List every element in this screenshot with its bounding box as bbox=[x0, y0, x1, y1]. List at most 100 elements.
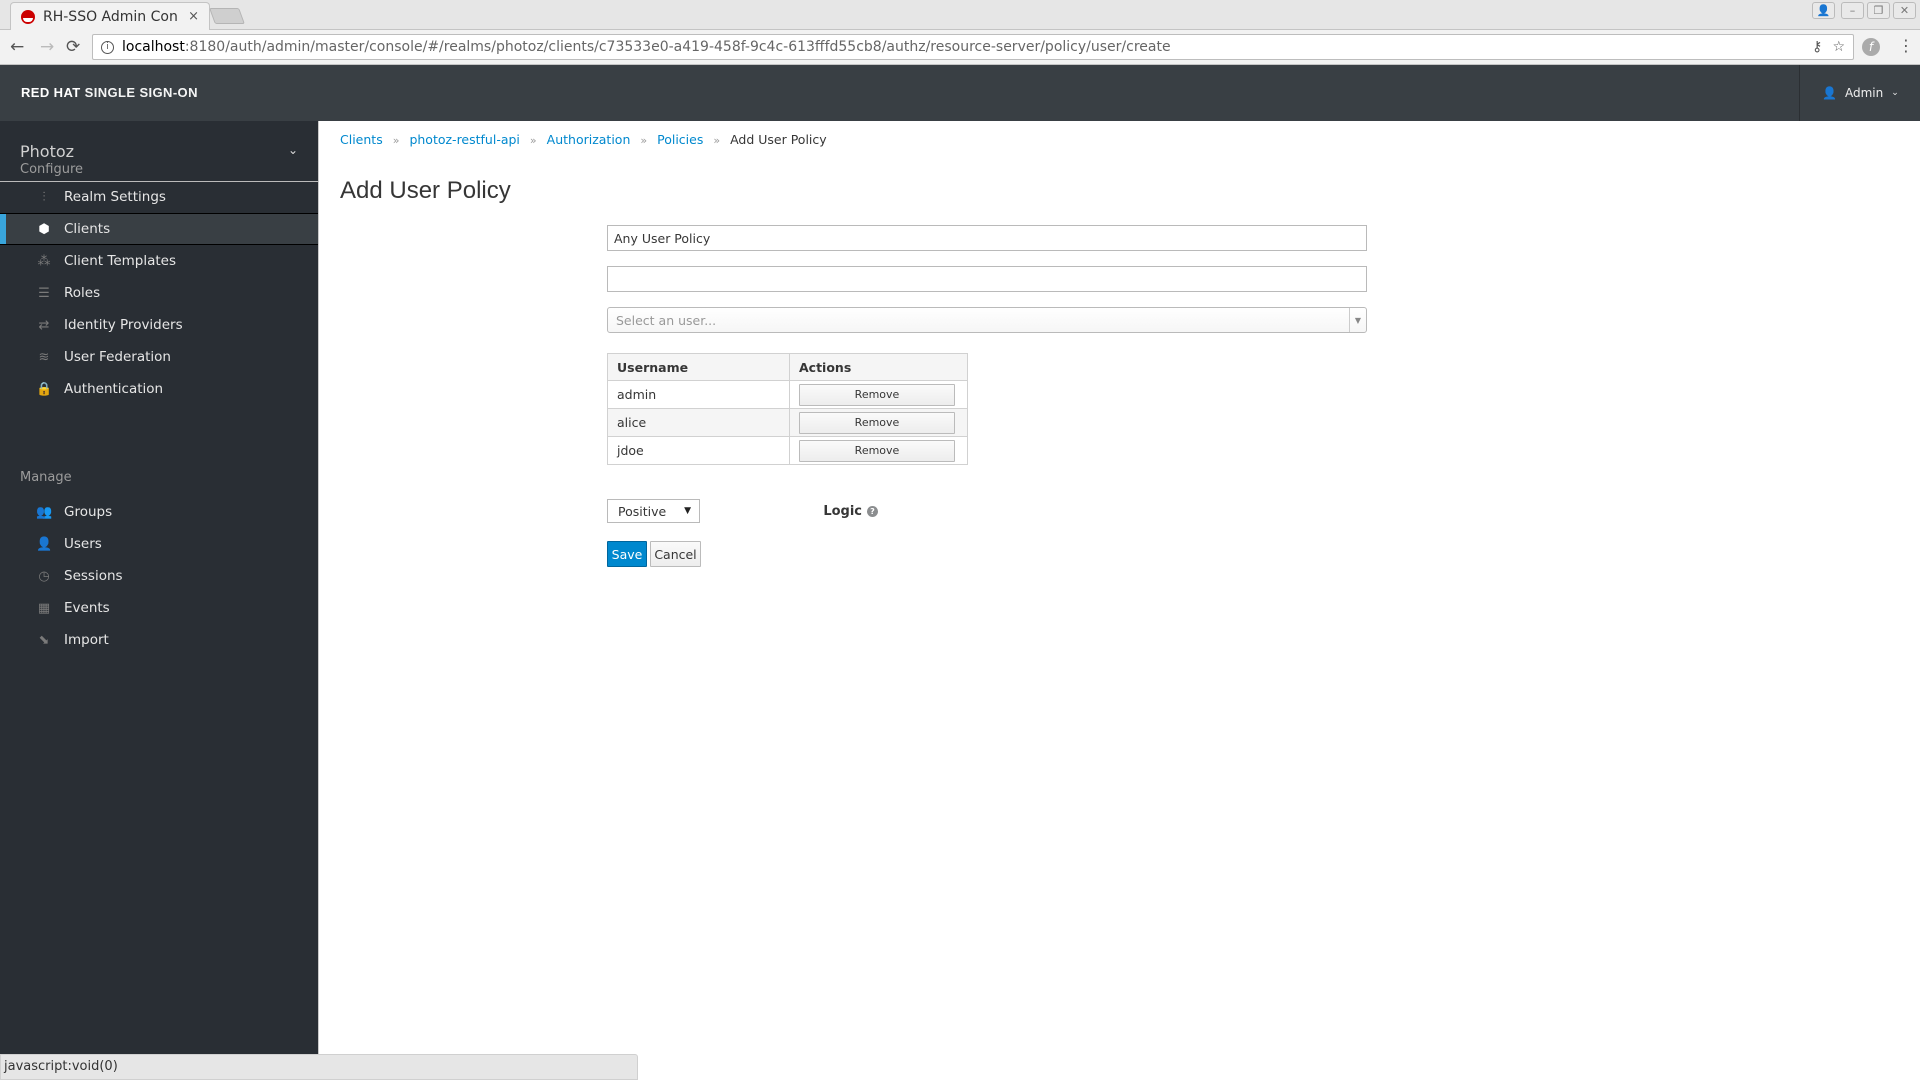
sidebar-item-groups[interactable]: 👥 Groups bbox=[0, 496, 318, 528]
sidebar-item-authentication[interactable]: 🔒 Authentication bbox=[0, 373, 318, 405]
sidebar-item-label: Realm Settings bbox=[64, 189, 166, 205]
actions-cell: Remove bbox=[789, 380, 968, 409]
url-bar[interactable]: i localhost :8180/auth/admin/master/cons… bbox=[92, 34, 1854, 60]
fedora-extension-icon[interactable]: f bbox=[1862, 38, 1880, 56]
logic-select-value: Positive bbox=[618, 503, 667, 519]
remove-user-button[interactable]: Remove bbox=[799, 439, 955, 462]
users-table: Username Actions admin Remove alice Remo… bbox=[607, 353, 968, 465]
cube-icon: ⬢ bbox=[38, 221, 50, 237]
user-name: Admin bbox=[1844, 86, 1884, 100]
breadcrumb-authorization[interactable]: Authorization bbox=[547, 132, 631, 149]
calendar-icon: ▦ bbox=[37, 600, 51, 616]
bookmark-star-icon[interactable]: ☆ bbox=[1832, 39, 1845, 55]
database-icon: ≋ bbox=[38, 349, 50, 365]
server-icon: ☰ bbox=[38, 285, 50, 301]
actions-cell: Remove bbox=[789, 436, 968, 465]
sidebar-item-label: Client Templates bbox=[64, 253, 177, 269]
cancel-button[interactable]: Cancel bbox=[650, 541, 701, 567]
breadcrumb-policies[interactable]: Policies bbox=[657, 132, 703, 149]
profile-icon[interactable]: 👤 bbox=[1812, 2, 1835, 19]
tab-title: RH-SSO Admin Con bbox=[43, 8, 178, 25]
remove-user-button[interactable]: Remove bbox=[799, 411, 955, 434]
key-icon[interactable]: ⚷ bbox=[1812, 39, 1822, 55]
table-row: alice Remove bbox=[607, 408, 968, 437]
chevron-down-icon: ⌄ bbox=[287, 143, 298, 157]
section-manage: Manage bbox=[20, 470, 72, 485]
browser-status-bar: javascript:void(0) bbox=[0, 1054, 638, 1080]
redhat-favicon-icon bbox=[21, 9, 35, 24]
minimize-button[interactable]: – bbox=[1841, 2, 1864, 19]
realm-name: Photoz bbox=[20, 141, 75, 161]
help-icon[interactable]: ? bbox=[867, 506, 878, 517]
dropdown-arrow-icon[interactable]: ▼ bbox=[1349, 308, 1366, 332]
sidebar-item-label: User Federation bbox=[64, 349, 171, 365]
lock-icon: 🔒 bbox=[36, 381, 53, 397]
sidebar-item-realm-settings[interactable]: ⫶ Realm Settings bbox=[0, 181, 318, 213]
table-row: admin Remove bbox=[607, 380, 968, 409]
sidebar: Photoz ⌄ Configure ⫶ Realm Settings ⬢ Cl… bbox=[0, 121, 319, 1054]
sidebar-item-client-templates[interactable]: ⁂ Client Templates bbox=[0, 245, 318, 277]
breadcrumb: Clients » photoz-restful-api » Authoriza… bbox=[340, 132, 827, 149]
sidebar-item-identity-providers[interactable]: ⇄ Identity Providers bbox=[0, 309, 318, 341]
user-icon: 👤 bbox=[36, 536, 53, 552]
window-controls: 👤 – ❐ ✕ bbox=[1812, 2, 1916, 19]
exchange-icon: ⇄ bbox=[38, 317, 50, 333]
sidebar-item-clients[interactable]: ⬢ Clients bbox=[0, 213, 318, 245]
sliders-icon: ⫶ bbox=[42, 189, 46, 205]
save-button[interactable]: Save bbox=[607, 541, 647, 567]
sidebar-item-import[interactable]: ⬊ Import bbox=[0, 624, 318, 656]
sidebar-item-label: Import bbox=[64, 632, 109, 648]
tab-close-icon[interactable]: × bbox=[188, 9, 199, 24]
clock-icon: ◷ bbox=[38, 568, 50, 584]
breadcrumb-client[interactable]: photoz-restful-api bbox=[409, 132, 519, 149]
username-cell: jdoe bbox=[607, 436, 790, 465]
new-tab-button[interactable] bbox=[209, 8, 245, 24]
cubes-icon: ⁂ bbox=[37, 253, 51, 269]
close-window-button[interactable]: ✕ bbox=[1893, 2, 1916, 19]
sidebar-item-sessions[interactable]: ◷ Sessions bbox=[0, 560, 318, 592]
restore-button[interactable]: ❐ bbox=[1867, 2, 1890, 19]
users-select[interactable]: Select an user... ▼ bbox=[607, 307, 1367, 333]
sidebar-item-user-federation[interactable]: ≋ User Federation bbox=[0, 341, 318, 373]
column-header-username: Username bbox=[607, 353, 790, 381]
breadcrumb-current: Add User Policy bbox=[730, 132, 827, 147]
page-title: Add User Policy bbox=[340, 177, 511, 204]
breadcrumb-clients[interactable]: Clients bbox=[340, 132, 383, 149]
section-configure: Configure bbox=[20, 162, 84, 177]
sidebar-item-label: Clients bbox=[64, 221, 111, 237]
forward-icon[interactable]: → bbox=[40, 37, 54, 57]
back-icon[interactable]: ← bbox=[10, 37, 24, 57]
user-menu[interactable]: 👤 Admin ⌄ bbox=[1799, 65, 1920, 121]
main-content: Clients » photoz-restful-api » Authoriza… bbox=[320, 121, 1920, 1054]
browser-menu-icon[interactable]: ⋮ bbox=[1898, 36, 1914, 55]
name-input[interactable] bbox=[607, 225, 1367, 251]
browser-tab[interactable]: RH-SSO Admin Con × bbox=[10, 2, 210, 30]
sidebar-item-label: Users bbox=[64, 536, 102, 552]
brand-rest: SINGLE SIGN-ON bbox=[84, 85, 198, 100]
brand-bold: RED HAT bbox=[21, 85, 81, 100]
logic-label-text: Logic bbox=[823, 504, 862, 519]
sidebar-item-label: Sessions bbox=[64, 568, 123, 584]
sidebar-item-label: Authentication bbox=[64, 381, 164, 397]
username-cell: admin bbox=[607, 380, 790, 409]
actions-cell: Remove bbox=[789, 408, 968, 437]
breadcrumb-separator: » bbox=[529, 134, 537, 147]
sidebar-item-users[interactable]: 👤 Users bbox=[0, 528, 318, 560]
remove-user-button[interactable]: Remove bbox=[799, 383, 955, 406]
chevron-down-icon: ⌄ bbox=[1891, 88, 1899, 98]
dropdown-arrow-icon: ▼ bbox=[684, 506, 691, 516]
logic-select[interactable]: Positive ▼ bbox=[607, 499, 700, 523]
reload-icon[interactable]: ⟳ bbox=[66, 37, 80, 57]
users-icon: 👥 bbox=[36, 504, 53, 520]
sidebar-item-events[interactable]: ▦ Events bbox=[0, 592, 318, 624]
brand-logo[interactable]: RED HAT SINGLE SIGN-ON bbox=[21, 85, 198, 100]
url-host: localhost bbox=[122, 39, 185, 55]
users-select-placeholder: Select an user... bbox=[616, 312, 717, 328]
browser-toolbar: ← → ⟳ i localhost :8180/auth/admin/maste… bbox=[0, 30, 1920, 65]
breadcrumb-separator: » bbox=[640, 134, 648, 147]
app-header: RED HAT SINGLE SIGN-ON 👤 Admin ⌄ bbox=[0, 65, 1920, 121]
site-info-icon[interactable]: i bbox=[101, 40, 114, 54]
sidebar-item-label: Events bbox=[64, 600, 110, 616]
sidebar-item-roles[interactable]: ☰ Roles bbox=[0, 277, 318, 309]
description-input[interactable] bbox=[607, 266, 1367, 292]
